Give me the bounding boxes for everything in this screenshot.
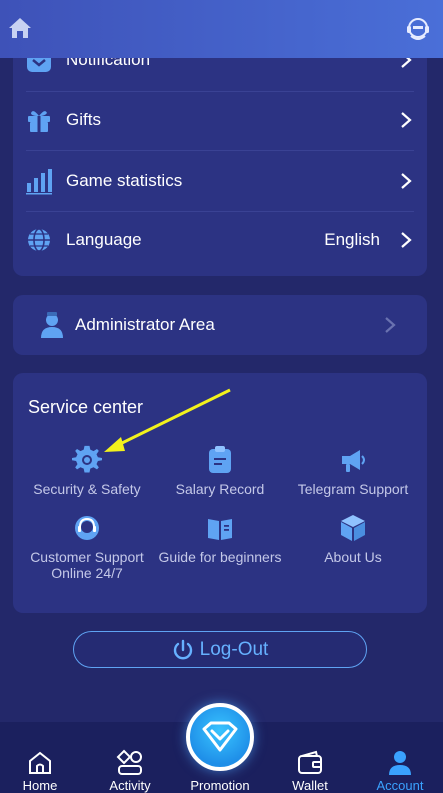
chevron-right-icon (385, 317, 396, 333)
service-label: Guide for beginners (158, 549, 282, 565)
top-bar (0, 0, 443, 58)
chevron-right-icon (401, 112, 412, 128)
service-telegram-support[interactable]: Telegram Support (284, 445, 422, 497)
globe-icon (28, 228, 50, 252)
cube-icon (341, 515, 365, 541)
home-icon[interactable] (6, 14, 34, 42)
chevron-right-icon (401, 232, 412, 248)
service-security-safety[interactable]: Security & Safety (18, 445, 156, 497)
service-center-card: Service center Security & Safety Salary … (13, 373, 427, 613)
nav-home[interactable]: Home (0, 722, 84, 793)
promotion-button[interactable] (186, 703, 254, 771)
support-agent-icon[interactable] (403, 14, 433, 44)
book-icon (208, 519, 232, 540)
user-icon (389, 751, 411, 775)
admin-icon (41, 312, 63, 338)
service-about-us[interactable]: About Us (284, 513, 422, 565)
menu-row-game-statistics[interactable]: Game statistics (13, 151, 427, 211)
logout-button[interactable]: Log-Out (73, 631, 367, 668)
home-icon (29, 751, 51, 774)
service-label: Customer Support Online 24/7 (30, 549, 144, 581)
service-label: Salary Record (175, 481, 265, 497)
settings-menu-card: Notification Gifts Game statistics Langu… (13, 20, 427, 276)
gear-icon (72, 445, 102, 473)
nav-label: Wallet (292, 778, 328, 793)
menu-label: Language (66, 230, 142, 249)
language-value: English (324, 230, 380, 249)
diamond-icon (202, 721, 238, 752)
wallet-icon (298, 750, 322, 774)
clipboard-icon (209, 446, 231, 473)
menu-label: Gifts (66, 110, 101, 129)
service-salary-record[interactable]: Salary Record (151, 445, 289, 497)
logout-label: Log-Out (199, 638, 269, 660)
menu-label: Game statistics (66, 171, 183, 190)
service-center-title: Service center (28, 397, 144, 417)
activity-icon (116, 749, 142, 775)
nav-label: Home (22, 778, 58, 793)
service-customer-support[interactable]: Customer Support Online 24/7 (18, 513, 156, 581)
bar-chart-icon (26, 169, 52, 195)
headset-icon (75, 516, 99, 540)
service-label: Security & Safety (33, 481, 141, 497)
nav-label: Account (376, 778, 424, 793)
service-label: About Us (324, 549, 382, 565)
admin-area-card[interactable]: Administrator Area (13, 295, 427, 355)
power-icon (173, 639, 192, 659)
service-label: Telegram Support (297, 481, 409, 497)
nav-label: Activity (109, 778, 151, 793)
menu-row-language[interactable]: Language English (13, 210, 427, 270)
chevron-right-icon (401, 173, 412, 189)
nav-activity[interactable]: Activity (86, 722, 174, 793)
nav-label: Promotion (190, 778, 250, 793)
gift-icon (28, 111, 50, 132)
menu-row-gifts[interactable]: Gifts (13, 90, 427, 150)
megaphone-icon (342, 450, 365, 472)
service-guide-beginners[interactable]: Guide for beginners (151, 513, 289, 565)
admin-area-label: Administrator Area (75, 315, 215, 334)
nav-account[interactable]: Account (356, 722, 443, 793)
nav-wallet[interactable]: Wallet (266, 722, 354, 793)
